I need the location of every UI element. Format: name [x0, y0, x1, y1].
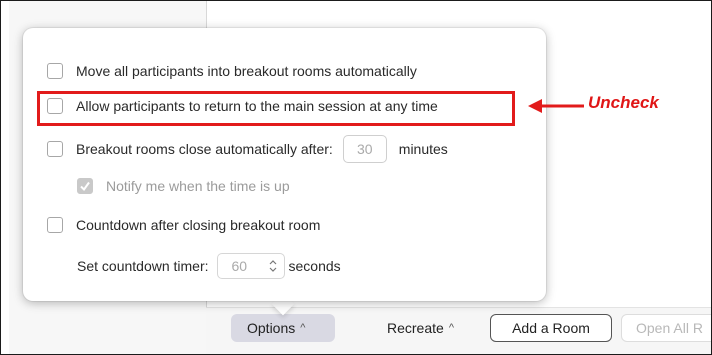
add-room-button[interactable]: Add a Room — [490, 314, 612, 342]
option-move-participants[interactable]: Move all participants into breakout room… — [47, 59, 417, 83]
auto-close-minutes-input[interactable]: 30 — [342, 135, 387, 163]
minutes-label: minutes — [398, 141, 448, 157]
open-all-rooms-button[interactable]: Open All R — [621, 314, 711, 342]
notify-label: Notify me when the time is up — [106, 178, 290, 194]
screenshot-frame: Options ^ Recreate ^ Add a Room Open All… — [0, 0, 712, 355]
countdown-value: 60 — [231, 258, 248, 274]
open-all-label: Open All R — [636, 320, 703, 336]
highlight-box — [37, 91, 515, 126]
recreate-label: Recreate — [387, 320, 444, 336]
option-auto-close[interactable]: Breakout rooms close automatically after… — [47, 134, 448, 164]
option-countdown[interactable]: Countdown after closing breakout room — [47, 213, 320, 237]
uncheck-annotation: Uncheck — [588, 93, 659, 112]
checkmark-icon — [80, 181, 90, 192]
options-popover: Move all participants into breakout room… — [23, 28, 546, 301]
auto-close-checkbox[interactable] — [47, 141, 63, 157]
move-participants-checkbox[interactable] — [47, 63, 63, 79]
chevron-up-icon: ^ — [448, 322, 454, 334]
stepper-arrows-icon[interactable] — [268, 259, 278, 273]
add-room-label: Add a Room — [512, 320, 590, 336]
options-button[interactable]: Options ^ — [231, 314, 335, 342]
recreate-button[interactable]: Recreate ^ — [375, 314, 475, 342]
chevron-up-icon: ^ — [300, 322, 306, 334]
notify-checkbox — [77, 178, 93, 194]
countdown-checkbox[interactable] — [47, 217, 63, 233]
countdown-timer-label: Set countdown timer: — [77, 258, 209, 274]
arrow-left-icon — [528, 99, 584, 113]
options-label: Options — [247, 320, 296, 336]
option-notify: Notify me when the time is up — [77, 174, 290, 198]
seconds-label: seconds — [288, 258, 341, 274]
countdown-label: Countdown after closing breakout room — [76, 217, 321, 233]
auto-close-label: Breakout rooms close automatically after… — [76, 141, 333, 157]
left-strip — [1, 1, 9, 354]
countdown-stepper[interactable]: 60 — [216, 253, 285, 279]
move-participants-label: Move all participants into breakout room… — [76, 63, 417, 79]
countdown-timer-row: Set countdown timer: 60 seconds — [77, 252, 341, 280]
